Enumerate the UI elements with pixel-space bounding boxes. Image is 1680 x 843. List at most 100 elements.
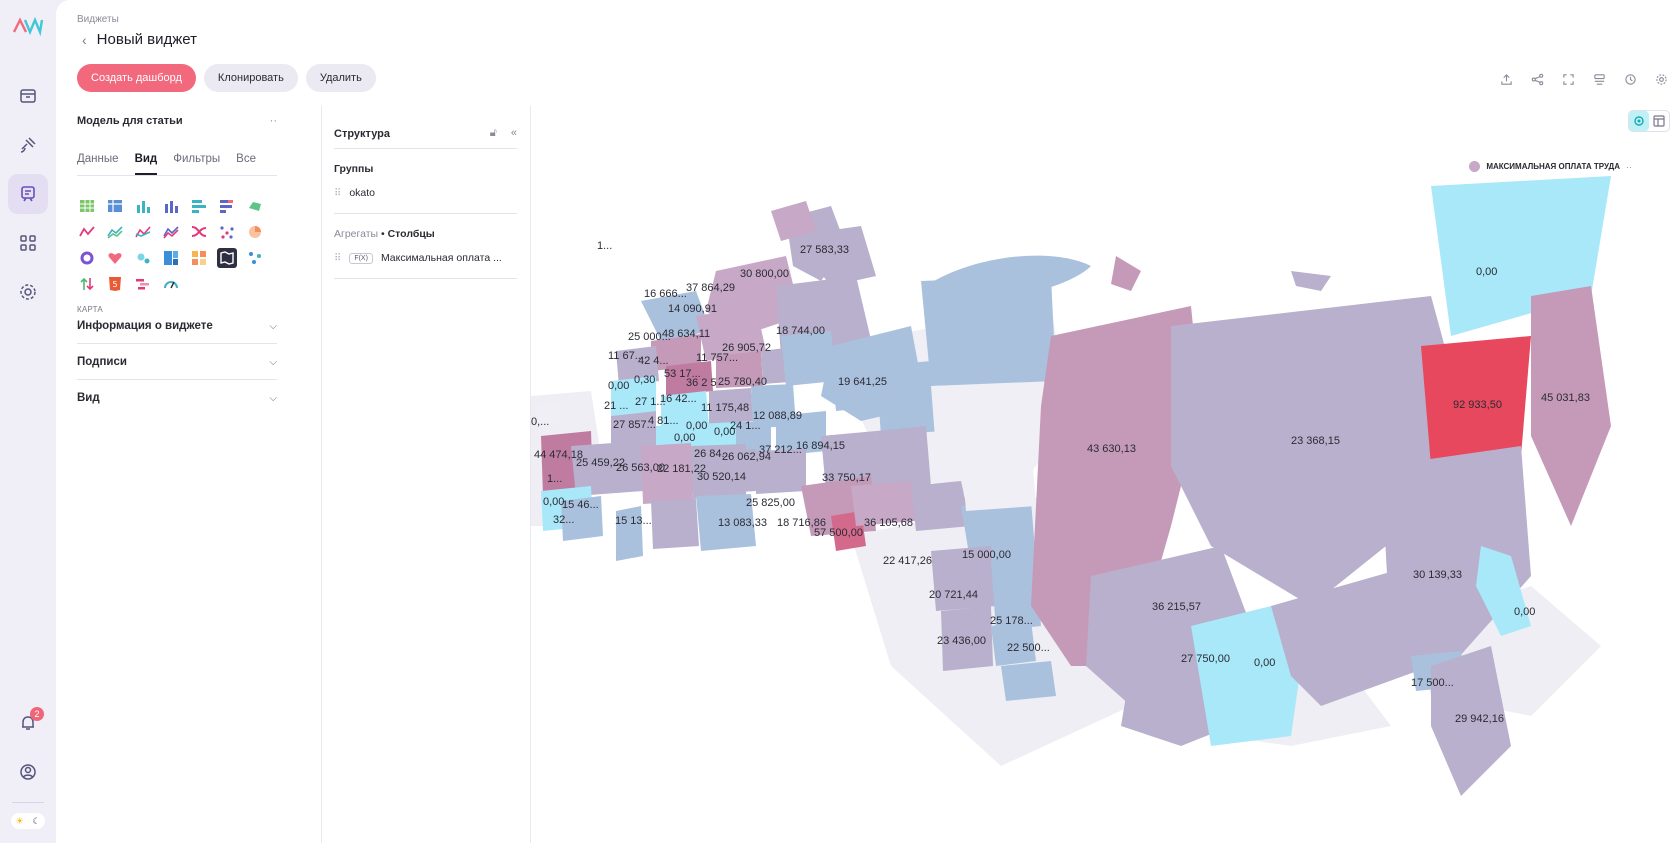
line-stacked-icon[interactable] bbox=[161, 222, 181, 242]
accordion-view[interactable]: Вид ⌵ bbox=[77, 380, 277, 415]
structure-title: Структура bbox=[334, 127, 390, 140]
russia-map[interactable]: 1... 27 583,33 30 800,00 16 666... 37 86… bbox=[531, 106, 1680, 843]
filter-settings-icon[interactable] bbox=[1592, 72, 1606, 86]
theme-toggle[interactable]: ☀ ☾ bbox=[11, 813, 45, 829]
page-title: Новый виджет bbox=[96, 31, 197, 48]
region-label: 24 1... bbox=[730, 420, 761, 432]
region-label: 25 825,00 bbox=[746, 497, 795, 509]
tab-data[interactable]: Данные bbox=[77, 153, 119, 175]
sidebar-rail: 2 ☀ ☾ bbox=[0, 0, 56, 843]
nav-widgets[interactable] bbox=[8, 174, 48, 214]
treemap-icon[interactable] bbox=[161, 248, 181, 268]
sun-icon: ☀ bbox=[15, 815, 24, 826]
bubble-icon[interactable] bbox=[133, 248, 153, 268]
export-icon[interactable] bbox=[1499, 72, 1513, 86]
delete-button[interactable]: Удалить bbox=[305, 64, 376, 92]
gantt-icon[interactable] bbox=[133, 274, 153, 294]
region-label: 0,00 bbox=[1254, 657, 1275, 669]
column-chart-icon[interactable] bbox=[133, 196, 153, 216]
scatter-icon[interactable] bbox=[217, 222, 237, 242]
notifications-button[interactable]: 2 bbox=[8, 703, 48, 743]
lock-icon[interactable]: 🔓︎ bbox=[490, 127, 497, 140]
region-label: 20 721,44 bbox=[929, 589, 978, 601]
accordion-captions[interactable]: Подписи ⌵ bbox=[77, 344, 277, 380]
tab-all[interactable]: Все bbox=[236, 153, 256, 175]
nav-inbox[interactable] bbox=[8, 76, 48, 116]
action-bar: Создать дашборд Клонировать Удалить bbox=[77, 64, 376, 92]
grouped-column-icon[interactable] bbox=[161, 196, 181, 216]
region-label: 27 750,00 bbox=[1181, 653, 1230, 665]
collapse-icon[interactable]: « bbox=[511, 127, 517, 140]
notification-badge: 2 bbox=[30, 707, 44, 721]
region-label: 30 139,33 bbox=[1413, 569, 1462, 581]
layout-icon[interactable] bbox=[1649, 111, 1669, 131]
pivot-table-icon[interactable] bbox=[105, 196, 125, 216]
region-label: 1... bbox=[547, 473, 562, 485]
nav-settings[interactable] bbox=[8, 272, 48, 312]
svg-text:5: 5 bbox=[112, 280, 117, 289]
chevron-down-icon: ⌵ bbox=[269, 356, 277, 368]
map-chart-icon[interactable] bbox=[217, 248, 237, 268]
tab-view[interactable]: Вид bbox=[134, 153, 158, 175]
bar-chart-icon[interactable] bbox=[189, 196, 209, 216]
drag-handle-icon[interactable]: ⠿ bbox=[334, 188, 341, 199]
heart-map-icon[interactable] bbox=[105, 248, 125, 268]
region-label: 32... bbox=[553, 514, 574, 526]
group-field[interactable]: ⠿ okato bbox=[334, 187, 517, 214]
chevron-left-icon[interactable]: ‹ bbox=[82, 32, 87, 48]
combo-line-icon[interactable] bbox=[133, 222, 153, 242]
region-kamchatka bbox=[1531, 286, 1611, 526]
area-map-icon[interactable] bbox=[245, 196, 265, 216]
point-map-icon[interactable] bbox=[245, 248, 265, 268]
gear-icon bbox=[20, 284, 36, 300]
region-label: 4 81... bbox=[648, 415, 679, 427]
more-icon[interactable]: ·· bbox=[270, 115, 277, 127]
region-label: 26 062,94 bbox=[722, 451, 771, 463]
map-legend: МАКСИМАЛЬНАЯ ОПЛАТА ТРУДА ·· bbox=[1469, 161, 1632, 172]
region-label: 0,00 bbox=[1514, 606, 1535, 618]
chevron-down-icon: ⌵ bbox=[269, 320, 277, 332]
title-row: ‹ Новый виджет bbox=[82, 31, 197, 48]
region-label: 0,00 bbox=[608, 380, 629, 392]
clone-button[interactable]: Клонировать bbox=[203, 64, 298, 92]
stacked-bar-icon[interactable] bbox=[217, 196, 237, 216]
table-icon[interactable] bbox=[77, 196, 97, 216]
region-label: 15 46... bbox=[562, 499, 599, 511]
html-icon[interactable]: 5 bbox=[105, 274, 125, 294]
heatmap-icon[interactable] bbox=[189, 248, 209, 268]
settings-panel: Модель для статьи ·· Данные Вид Фильтры … bbox=[77, 115, 277, 415]
drag-handle-icon[interactable]: ⠿ bbox=[334, 253, 341, 264]
accordion-widget-info[interactable]: Информация о виджете ⌵ bbox=[77, 314, 277, 344]
app-logo[interactable] bbox=[12, 16, 44, 36]
nav-satellite[interactable] bbox=[8, 125, 48, 165]
widgets-icon bbox=[21, 186, 35, 202]
region-label: 45 031,83 bbox=[1541, 392, 1590, 404]
multi-line-icon[interactable] bbox=[105, 222, 125, 242]
pie-chart-icon[interactable] bbox=[245, 222, 265, 242]
fullscreen-icon[interactable] bbox=[1561, 72, 1575, 86]
create-dashboard-button[interactable]: Создать дашборд bbox=[77, 64, 196, 92]
region-label: 11 175,48 bbox=[701, 402, 749, 414]
groups-label: Группы bbox=[334, 163, 374, 175]
sankey-icon[interactable] bbox=[189, 222, 209, 242]
region-label: 36 215,57 bbox=[1152, 601, 1201, 613]
preview-icon[interactable] bbox=[1629, 111, 1649, 131]
gear-icon[interactable] bbox=[1654, 72, 1668, 86]
gauge-icon[interactable] bbox=[161, 274, 181, 294]
share-icon[interactable] bbox=[1530, 72, 1544, 86]
nav-apps[interactable] bbox=[8, 223, 48, 263]
region-label: 0,00 bbox=[674, 432, 695, 444]
kpi-arrows-icon[interactable] bbox=[77, 274, 97, 294]
history-icon[interactable] bbox=[1623, 72, 1637, 86]
tab-filters[interactable]: Фильтры bbox=[173, 153, 220, 175]
aggregate-field[interactable]: ⠿ F(X) Максимальная оплата ... bbox=[334, 252, 517, 279]
line-chart-icon[interactable] bbox=[77, 222, 97, 242]
moon-icon: ☾ bbox=[32, 815, 41, 826]
legend-label[interactable]: МАКСИМАЛЬНАЯ ОПЛАТА ТРУДА bbox=[1486, 162, 1620, 171]
region-label: 92 933,50 bbox=[1453, 399, 1502, 411]
breadcrumb[interactable]: Виджеты bbox=[77, 14, 119, 25]
profile-button[interactable] bbox=[8, 752, 48, 792]
legend-more-icon[interactable]: ·· bbox=[1626, 162, 1632, 172]
donut-chart-icon[interactable] bbox=[77, 248, 97, 268]
model-name[interactable]: Модель для статьи bbox=[77, 115, 183, 127]
